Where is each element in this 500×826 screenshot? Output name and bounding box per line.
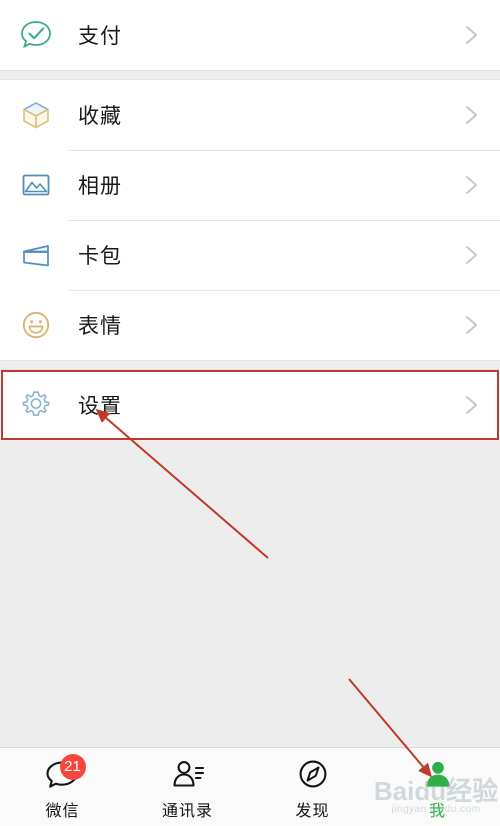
menu-row-label: 设置 xyxy=(78,394,122,418)
menu-row-album[interactable]: 相册 xyxy=(0,150,500,220)
empty-area xyxy=(0,440,500,748)
tab-wechat[interactable]: 21 微信 xyxy=(0,748,125,821)
menu-row-stickers[interactable]: 表情 xyxy=(0,290,500,360)
bottom-tab-bar: 21 微信 通讯录 发现 我 xyxy=(0,747,500,826)
tab-me[interactable]: 我 xyxy=(375,748,500,821)
menu-group-settings: 设置 xyxy=(0,370,500,440)
menu-row-settings[interactable]: 设置 xyxy=(0,370,500,440)
card-wallet-icon xyxy=(18,237,54,273)
group-separator-1 xyxy=(0,70,500,80)
me-person-icon xyxy=(419,756,457,794)
chevron-right-icon xyxy=(458,392,484,418)
discover-compass-icon xyxy=(294,756,332,794)
chevron-right-icon xyxy=(458,242,484,268)
menu-group-content: 收藏 相册 卡包 表情 xyxy=(0,80,500,360)
tab-discover[interactable]: 发现 xyxy=(250,748,375,821)
chevron-right-icon xyxy=(458,22,484,48)
contacts-person-icon xyxy=(169,756,207,794)
menu-row-label: 卡包 xyxy=(78,244,122,268)
menu-row-favorites[interactable]: 收藏 xyxy=(0,80,500,150)
tab-label: 发现 xyxy=(295,801,330,820)
chevron-right-icon xyxy=(458,172,484,198)
sticker-smiley-icon xyxy=(18,307,54,343)
wechat-me-screen: 支付 收藏 相册 卡包 表情 设置 21 微信 通讯录 发现 我 Baidu经验… xyxy=(0,0,500,826)
menu-row-label: 相册 xyxy=(78,174,122,198)
tab-label: 微信 xyxy=(45,801,80,820)
menu-row-cards[interactable]: 卡包 xyxy=(0,220,500,290)
chevron-right-icon xyxy=(458,312,484,338)
menu-row-label: 支付 xyxy=(78,24,122,48)
chat-bubble-icon: 21 xyxy=(44,754,86,794)
tab-label: 通讯录 xyxy=(161,801,213,820)
payment-icon xyxy=(18,17,54,53)
menu-row-label: 表情 xyxy=(78,314,122,338)
menu-group-payment: 支付 xyxy=(0,0,500,70)
tab-label: 我 xyxy=(428,801,446,820)
menu-row-payment[interactable]: 支付 xyxy=(0,0,500,70)
unread-badge: 21 xyxy=(59,754,86,780)
chevron-right-icon xyxy=(458,102,484,128)
settings-gear-icon xyxy=(18,387,54,423)
album-photo-icon xyxy=(18,167,54,203)
favorites-box-icon xyxy=(18,97,54,133)
menu-row-label: 收藏 xyxy=(78,104,122,128)
group-separator-2 xyxy=(0,360,500,370)
tab-contacts[interactable]: 通讯录 xyxy=(125,748,250,821)
